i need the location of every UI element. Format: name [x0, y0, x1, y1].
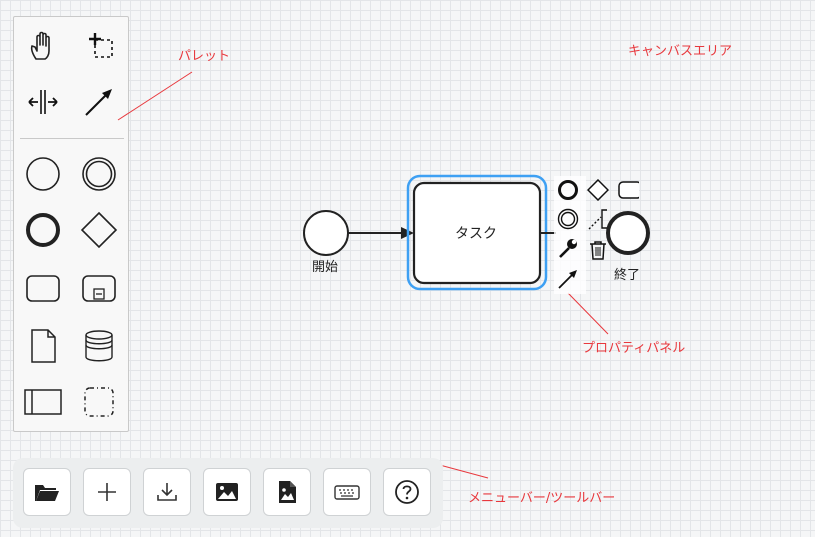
help-icon	[395, 480, 419, 504]
image-icon	[216, 483, 238, 501]
palette-leader-line	[117, 71, 193, 121]
export-image-button[interactable]	[203, 468, 251, 516]
append-gateway-icon[interactable]	[587, 179, 609, 201]
plus-icon	[98, 483, 116, 501]
toolbar	[13, 458, 443, 528]
keyboard-icon	[334, 485, 360, 500]
end-event	[606, 211, 650, 255]
download-icon	[157, 483, 177, 501]
text-annotation-icon[interactable]	[587, 208, 609, 230]
start-event	[303, 210, 349, 256]
delete-trash-icon[interactable]	[587, 239, 609, 261]
export-image-file-button[interactable]	[263, 468, 311, 516]
append-end-event-icon[interactable]	[557, 179, 579, 201]
download-button[interactable]	[143, 468, 191, 516]
task-label[interactable]: タスク	[455, 223, 497, 243]
connect-arrow-icon[interactable]	[557, 268, 579, 290]
append-intermediate-event-icon[interactable]	[557, 208, 579, 230]
open-folder-button[interactable]	[23, 468, 71, 516]
properties-leader-line	[567, 292, 609, 335]
help-button[interactable]	[383, 468, 431, 516]
append-task-icon[interactable]	[617, 179, 639, 201]
end-event-label: 終了	[614, 268, 641, 283]
folder-icon	[35, 485, 59, 501]
toolbar-leader-line	[435, 463, 489, 479]
start-event-label: 開始	[312, 260, 339, 275]
new-diagram-button[interactable]	[83, 468, 131, 516]
image-file-icon	[279, 481, 296, 503]
canvas-overlay	[117, 71, 650, 479]
keyboard-shortcuts-button[interactable]	[323, 468, 371, 516]
change-type-wrench-icon[interactable]	[557, 237, 579, 259]
